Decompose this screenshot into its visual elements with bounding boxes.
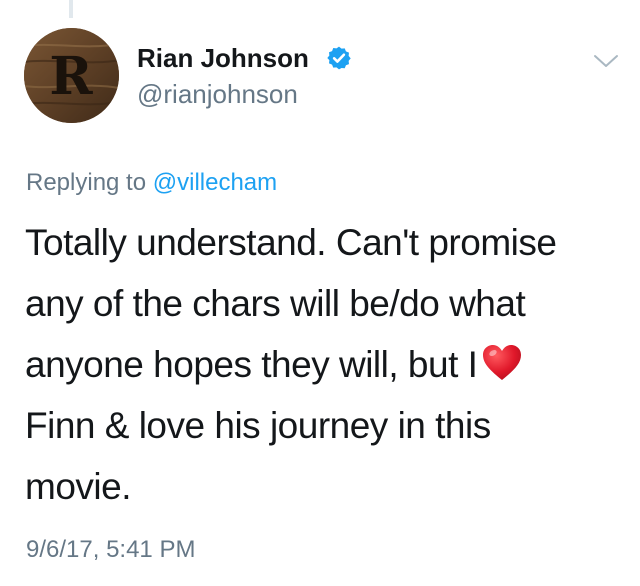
tweet-line-text: anyone hopes they will, but I bbox=[25, 344, 478, 385]
reply-mention-link[interactable]: @villecham bbox=[153, 169, 277, 196]
avatar-wood-logo: R bbox=[24, 28, 119, 123]
author-handle[interactable]: @rianjohnson bbox=[137, 78, 298, 110]
avatar[interactable]: R bbox=[24, 28, 119, 123]
tweet-line: Totally understand. Can't promise bbox=[25, 222, 557, 263]
thread-connector-line bbox=[69, 0, 73, 18]
replying-to-label: Replying to bbox=[26, 169, 153, 196]
svg-text:R: R bbox=[49, 46, 93, 107]
tweet-line: anyone hopes they will, but I bbox=[25, 334, 625, 395]
tweet-line: movie. bbox=[25, 466, 131, 507]
verified-badge-icon bbox=[327, 46, 351, 70]
tweet-timestamp[interactable]: 9/6/17, 5:41 PM bbox=[26, 535, 195, 565]
tweet-line: Finn & love his journey in this bbox=[25, 405, 491, 446]
tweet-line: any of the chars will be/do what bbox=[25, 283, 526, 324]
author-name[interactable]: Rian Johnson bbox=[137, 42, 309, 74]
replying-to-line: Replying to @villecham bbox=[26, 168, 277, 198]
tweet-text: Totally understand. Can't promise any of… bbox=[25, 212, 625, 517]
chevron-down-icon[interactable] bbox=[592, 51, 620, 71]
red-heart-icon bbox=[483, 345, 522, 380]
